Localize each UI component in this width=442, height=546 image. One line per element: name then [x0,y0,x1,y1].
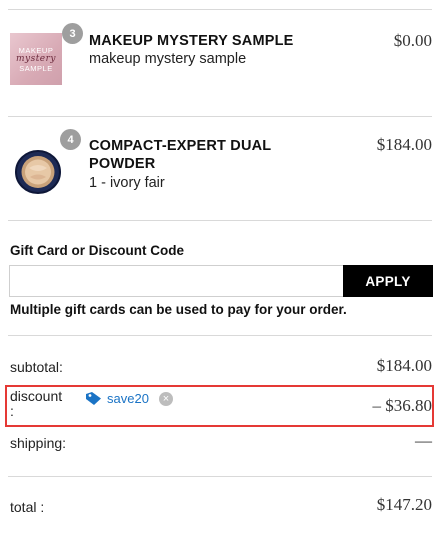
discount-code: save20 [107,391,149,406]
cart-item-mystery-sample: MAKEUP mystery SAMPLE 3 MAKEUP MYSTERY S… [10,21,432,101]
thumb-text-2: mystery [15,53,57,64]
mystery-sample-image: MAKEUP mystery SAMPLE [10,33,62,85]
product-thumbnail[interactable]: MAKEUP mystery SAMPLE 3 [10,21,83,85]
gift-card-label: Gift Card or Discount Code [10,243,185,258]
subtotal-label: subtotal: [10,359,63,375]
total-label: total : [10,499,45,515]
item-divider [8,116,432,117]
item-variant: 1 - ivory fair [89,175,165,191]
cart-item-compact-powder: 4 COMPACT-EXPERT DUAL POWDER 1 - ivory f… [10,127,432,207]
item-title[interactable]: MAKEUP MYSTERY SAMPLE [89,33,294,50]
discount-row-highlight [5,385,434,427]
quantity-badge: 3 [62,23,83,44]
thumb-text-3: SAMPLE [19,63,53,73]
remove-discount-icon[interactable]: × [158,391,173,406]
item-divider [8,220,432,221]
tag-icon [86,392,101,405]
discount-tag: save20 × [85,391,173,406]
gift-card-input[interactable] [9,265,344,297]
discount-label: discount [10,388,63,404]
top-divider [8,9,432,10]
item-variant: makeup mystery sample [89,51,247,67]
product-thumbnail[interactable]: 4 [10,127,81,194]
gift-card-divider [8,335,432,336]
shipping-value: — [415,431,432,450]
item-title-line1[interactable]: COMPACT-EXPERT DUAL [89,138,271,155]
quantity-badge: 4 [60,129,81,150]
shipping-label: shipping: [10,435,67,451]
discount-colon: : [10,403,14,419]
item-price: $0.00 [393,31,432,50]
gift-card-note: Multiple gift cards can be used to pay f… [10,302,347,317]
total-value: $147.20 [376,495,432,514]
item-price: $184.00 [376,135,432,154]
total-divider [8,476,432,477]
item-title-line2[interactable]: POWDER [89,156,155,173]
discount-value: – $36.80 [372,396,433,415]
subtotal-value: $184.00 [376,356,432,375]
apply-button[interactable]: APPLY [343,265,433,297]
